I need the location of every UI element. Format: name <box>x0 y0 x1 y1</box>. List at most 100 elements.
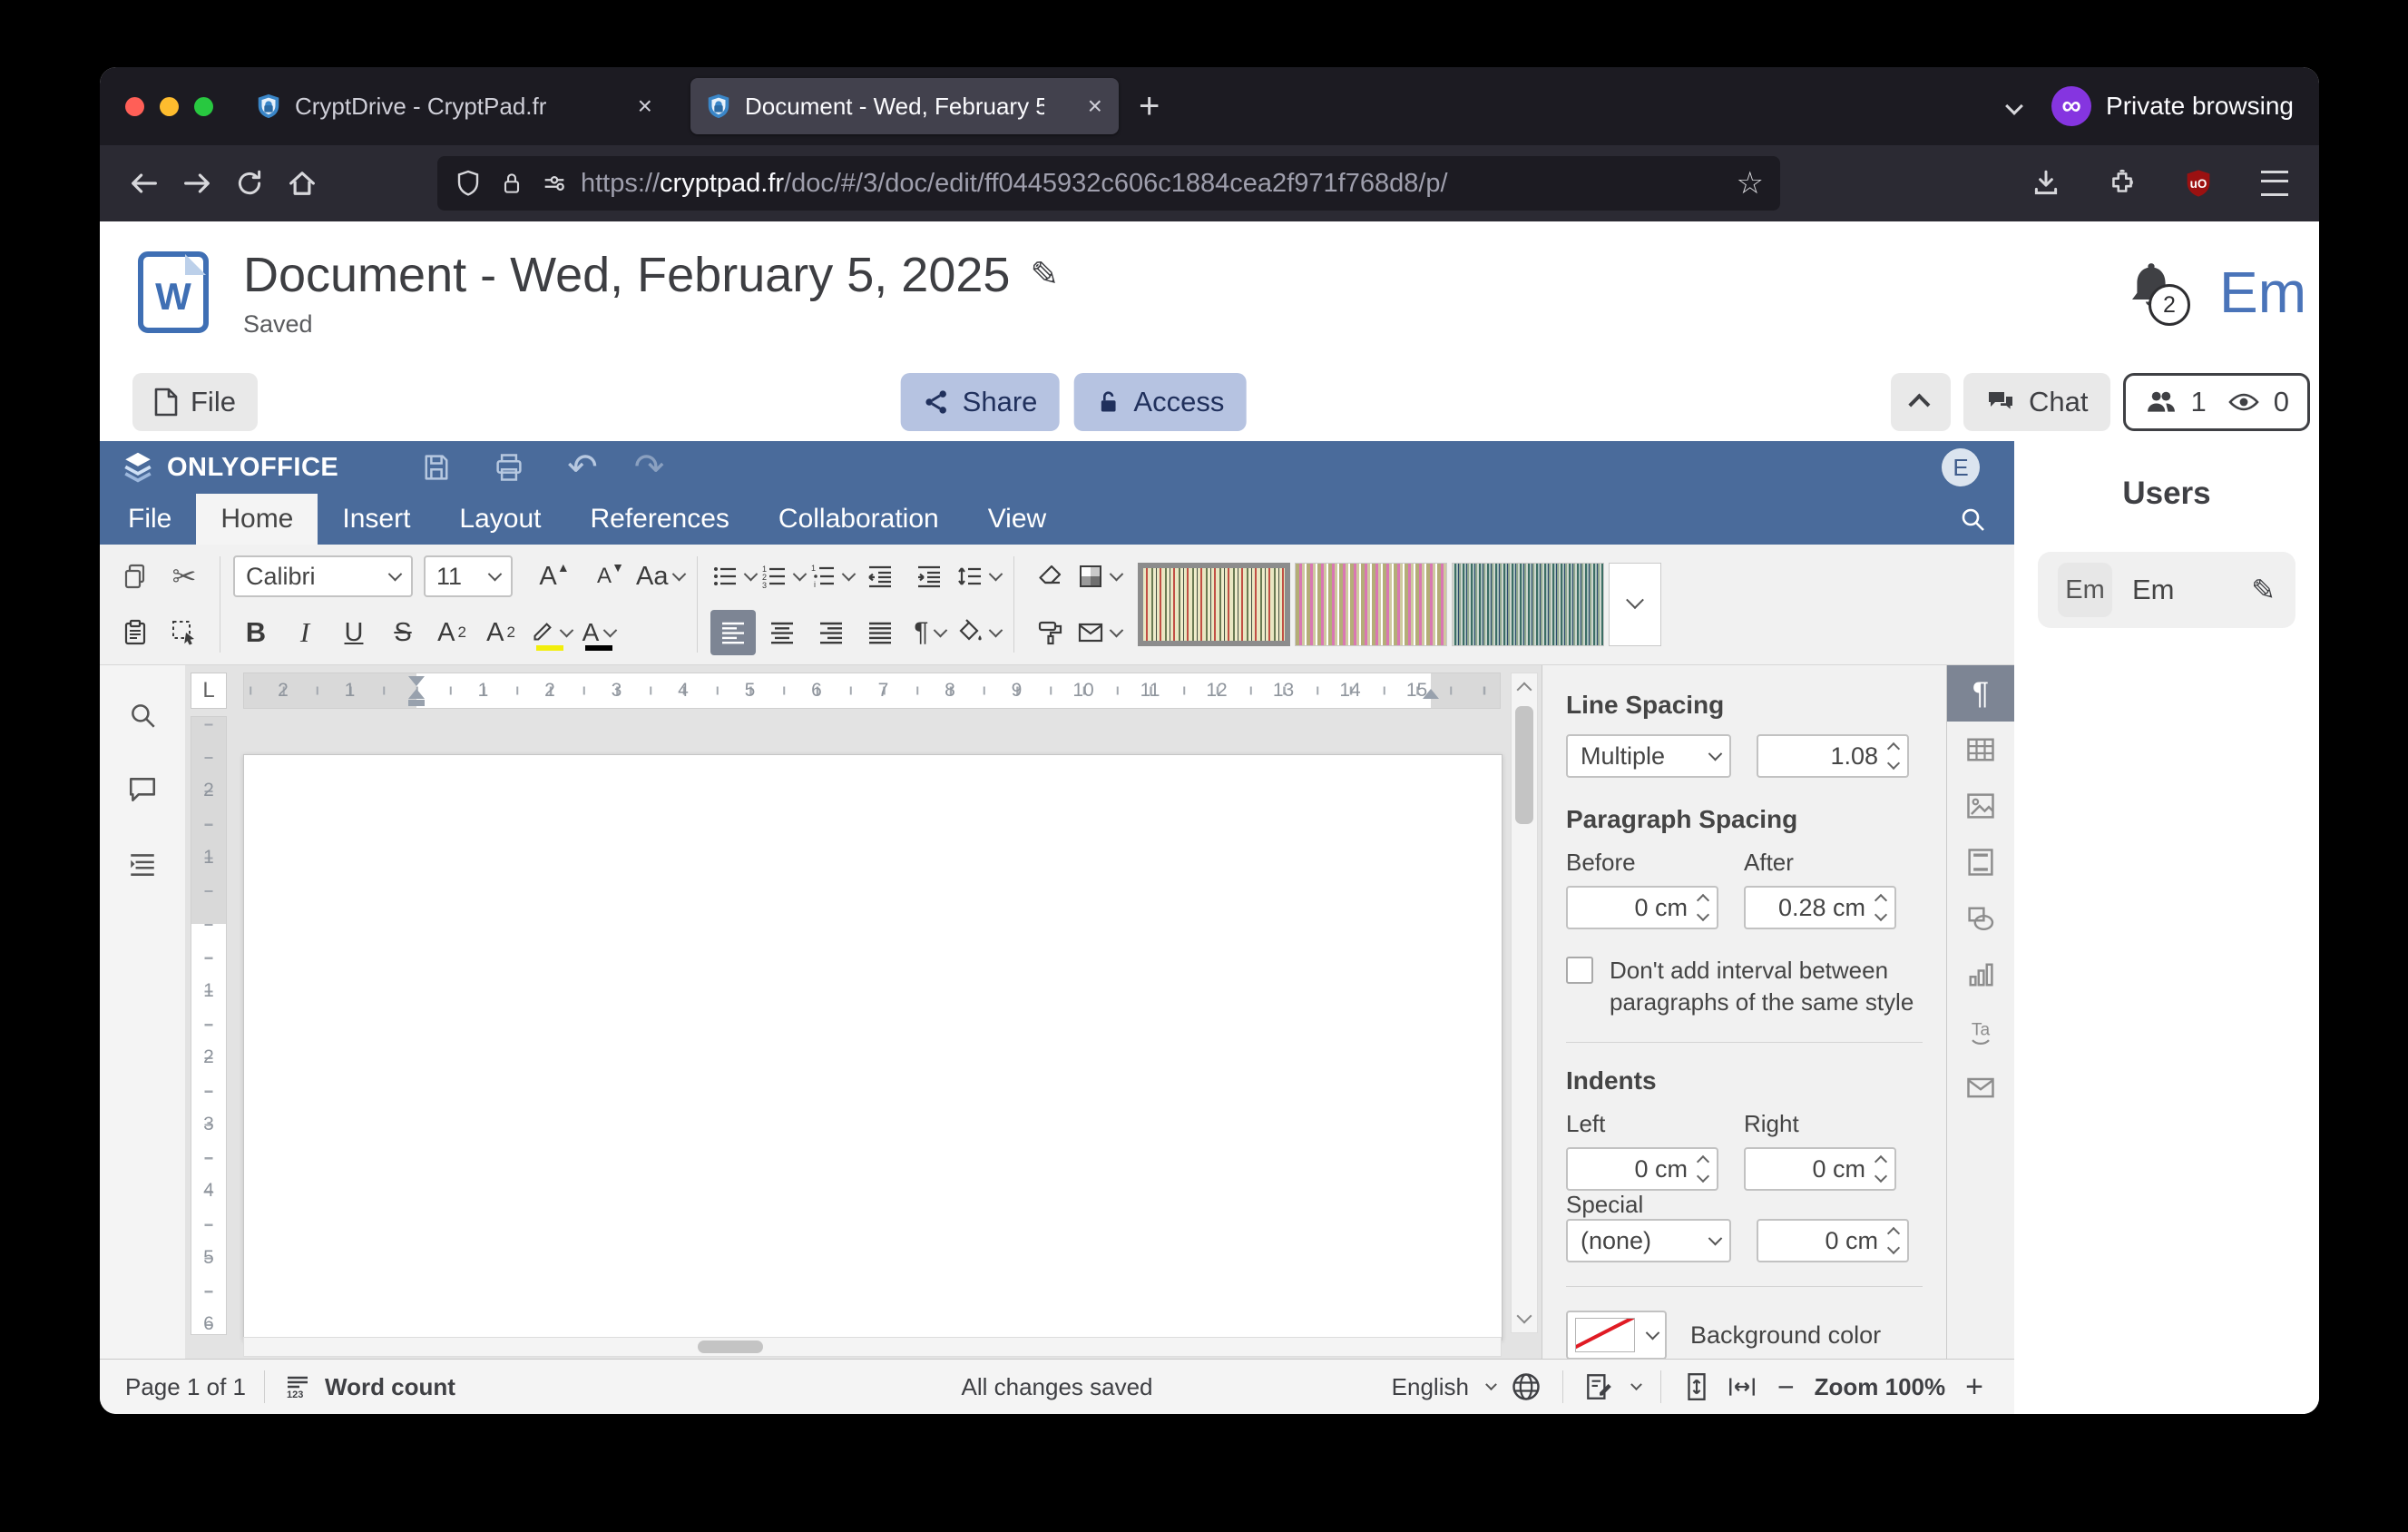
image-settings-icon[interactable] <box>1947 778 2014 834</box>
strikethrough-button[interactable]: S <box>380 610 426 655</box>
multilevel-list-button[interactable]: 1i <box>808 554 854 599</box>
vertical-ruler[interactable]: 21123456 <box>191 716 227 1335</box>
increase-font-size-button[interactable]: A▲ <box>525 554 571 599</box>
bookmark-star-icon[interactable]: ☆ <box>1737 165 1764 201</box>
print-icon[interactable] <box>493 451 525 484</box>
decrease-indent-button[interactable] <box>857 554 903 599</box>
decrease-font-size-button[interactable]: A▼ <box>582 554 627 599</box>
vertical-scroll-thumb[interactable] <box>1515 706 1533 824</box>
highlight-color-button[interactable] <box>527 610 573 655</box>
style-preview-heading[interactable] <box>1452 563 1604 646</box>
font-color-button[interactable]: A <box>576 610 622 655</box>
bullet-list-button[interactable] <box>710 554 756 599</box>
numbered-list-button[interactable]: 123 <box>759 554 805 599</box>
tab-stop-selector[interactable]: L <box>191 673 227 709</box>
line-spacing-select[interactable]: Multiple <box>1566 734 1731 778</box>
user-list-item[interactable]: Em Em ✎ <box>2038 552 2295 628</box>
underline-button[interactable]: U <box>331 610 377 655</box>
spinner-arrows[interactable] <box>1698 896 1708 919</box>
italic-button[interactable]: I <box>282 610 328 655</box>
ublock-origin-icon[interactable]: uO <box>2172 157 2225 210</box>
spinner-arrows[interactable] <box>1889 744 1898 768</box>
forward-button[interactable] <box>171 157 223 210</box>
left-indent-marker[interactable] <box>408 681 425 699</box>
tab-close-button[interactable]: × <box>636 92 654 121</box>
background-color-picker[interactable] <box>1566 1311 1667 1359</box>
paste-button[interactable] <box>113 610 158 655</box>
chat-button[interactable]: Chat <box>1963 373 2109 431</box>
editor-user-avatar[interactable]: E <box>1942 448 1980 486</box>
shape-settings-icon[interactable] <box>1947 890 2014 947</box>
spinner-arrows[interactable] <box>1889 1229 1898 1252</box>
url-bar[interactable]: https://cryptpad.fr/doc/#/3/doc/edit/ff0… <box>437 156 1780 211</box>
spinner-arrows[interactable] <box>1876 896 1885 919</box>
menu-hamburger-icon[interactable] <box>2248 157 2301 210</box>
share-button[interactable]: Share <box>901 373 1060 431</box>
menu-tab-insert[interactable]: Insert <box>318 494 435 545</box>
save-icon[interactable] <box>420 451 453 484</box>
menu-tab-collaboration[interactable]: Collaboration <box>754 494 964 545</box>
tracking-shield-icon[interactable] <box>454 169 483 198</box>
list-tabs-chevron-down-icon[interactable] <box>2005 97 2023 115</box>
reload-button[interactable] <box>223 157 276 210</box>
clear-style-button[interactable] <box>1027 554 1072 599</box>
select-all-button[interactable] <box>162 610 207 655</box>
fit-page-button[interactable] <box>1681 1371 1712 1402</box>
scroll-up-arrow[interactable] <box>1517 683 1532 698</box>
tab-document[interactable]: Document - Wed, February 5, 2 × <box>690 78 1119 134</box>
menu-tab-view[interactable]: View <box>964 494 1071 545</box>
zoom-out-button[interactable]: − <box>1772 1370 1800 1404</box>
cut-button[interactable]: ✂ <box>162 554 207 599</box>
zoom-window-button[interactable] <box>194 97 213 116</box>
copy-style-button[interactable] <box>1027 610 1072 655</box>
no-interval-checkbox[interactable] <box>1566 957 1593 984</box>
vertical-scrollbar[interactable] <box>1511 673 1538 1333</box>
change-case-button[interactable]: Aa <box>636 554 684 599</box>
zoom-level[interactable]: Zoom 100% <box>1815 1373 1946 1401</box>
file-menu-button[interactable]: File <box>132 373 258 431</box>
lock-icon[interactable] <box>499 170 524 197</box>
color-scheme-button[interactable] <box>1076 554 1121 599</box>
left-indent-box-marker[interactable] <box>408 700 425 706</box>
account-initials[interactable]: Em <box>2219 259 2306 326</box>
url-text[interactable]: https://cryptpad.fr/doc/#/3/doc/edit/ff0… <box>581 169 1728 199</box>
search-icon[interactable] <box>1934 494 2011 545</box>
spinner-arrows[interactable] <box>1876 1157 1885 1181</box>
document-canvas[interactable]: L 21123456789101112131415 21123456 <box>185 665 1542 1359</box>
increase-indent-button[interactable] <box>906 554 952 599</box>
close-window-button[interactable] <box>125 97 144 116</box>
styles-gallery-expand-button[interactable] <box>1609 563 1661 646</box>
spacing-before-spinner[interactable]: 0 cm <box>1566 886 1718 929</box>
nonprinting-characters-button[interactable]: ¶ <box>906 610 952 655</box>
align-center-button[interactable] <box>759 610 805 655</box>
menu-tab-home[interactable]: Home <box>196 494 318 545</box>
extensions-puzzle-icon[interactable] <box>2096 157 2149 210</box>
downloads-icon[interactable] <box>2020 157 2072 210</box>
document-page[interactable] <box>243 754 1503 1340</box>
chart-settings-icon[interactable] <box>1947 947 2014 1003</box>
horizontal-scroll-thumb[interactable] <box>698 1340 763 1353</box>
copy-button[interactable] <box>113 554 158 599</box>
language-select[interactable]: English <box>1392 1373 1469 1401</box>
bold-button[interactable]: B <box>233 610 279 655</box>
left-indent-spinner[interactable]: 0 cm <box>1566 1147 1718 1191</box>
find-search-icon[interactable] <box>127 700 158 731</box>
edit-title-pencil-icon[interactable]: ✎ <box>1030 254 1059 295</box>
special-indent-spinner[interactable]: 0 cm <box>1757 1219 1909 1262</box>
line-spacing-spinner[interactable]: 1.08 <box>1757 734 1909 778</box>
right-indent-marker[interactable] <box>1423 681 1439 699</box>
zoom-in-button[interactable]: + <box>1960 1370 1989 1405</box>
globe-icon[interactable] <box>1510 1370 1542 1403</box>
menu-tab-layout[interactable]: Layout <box>435 494 565 545</box>
style-preview-normal[interactable] <box>1138 563 1290 646</box>
font-name-select[interactable]: Calibri <box>233 555 413 597</box>
superscript-button[interactable]: A2 <box>429 610 475 655</box>
paragraph-settings-icon[interactable]: ¶ <box>1947 665 2014 722</box>
horizontal-ruler[interactable]: 21123456789101112131415 <box>243 673 1501 709</box>
subscript-button[interactable]: A2 <box>478 610 524 655</box>
new-tab-button[interactable]: + <box>1139 88 1160 124</box>
shading-button[interactable] <box>955 610 1001 655</box>
spacing-after-spinner[interactable]: 0.28 cm <box>1744 886 1896 929</box>
mailmerge-settings-icon[interactable] <box>1947 1059 2014 1115</box>
edit-user-name-pencil-icon[interactable]: ✎ <box>2251 573 2276 607</box>
